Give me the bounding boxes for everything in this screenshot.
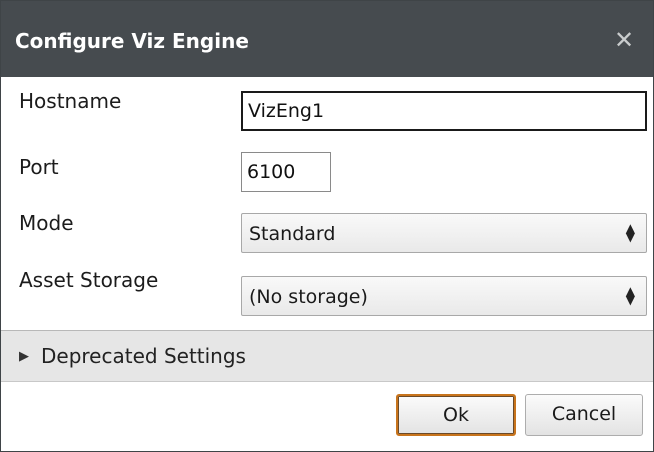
- configure-viz-engine-dialog: Configure Viz Engine ✕ Hostname Port Mod…: [0, 0, 654, 452]
- hostname-label: Hostname: [19, 89, 122, 113]
- deprecated-settings-label: Deprecated Settings: [41, 344, 246, 368]
- deprecated-settings-expander[interactable]: ▶ Deprecated Settings: [1, 331, 653, 382]
- asset-storage-label: Asset Storage: [19, 268, 159, 292]
- triangle-right-icon: ▶: [19, 349, 29, 364]
- mode-label: Mode: [19, 211, 74, 235]
- port-label: Port: [19, 155, 59, 179]
- mode-select-value: Standard: [249, 223, 336, 245]
- cancel-button[interactable]: Cancel: [525, 394, 643, 436]
- updown-arrow-icon: ▲ ▼: [625, 284, 635, 307]
- asset-storage-select[interactable]: (No storage) ▲ ▼: [241, 276, 647, 316]
- hostname-input[interactable]: [241, 91, 647, 131]
- dialog-title: Configure Viz Engine: [15, 29, 249, 53]
- title-bar: Configure Viz Engine ✕: [1, 1, 653, 77]
- ok-button[interactable]: Ok: [396, 394, 516, 436]
- close-icon[interactable]: ✕: [609, 25, 639, 55]
- asset-storage-select-value: (No storage): [249, 286, 368, 308]
- port-input[interactable]: [241, 152, 331, 192]
- updown-arrow-icon: ▲ ▼: [625, 221, 635, 244]
- mode-select[interactable]: Standard ▲ ▼: [241, 213, 647, 253]
